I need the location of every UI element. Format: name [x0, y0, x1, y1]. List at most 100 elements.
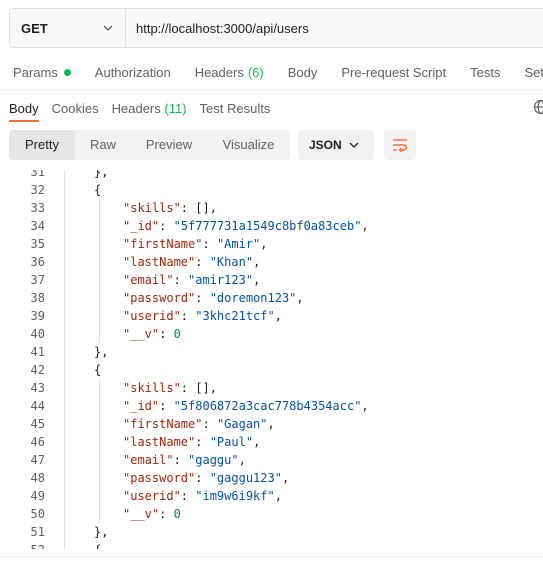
- tab-label: Set: [524, 64, 543, 80]
- tab-label: Body: [287, 64, 318, 80]
- format-select[interactable]: JSON: [298, 129, 374, 160]
- code-line: 38 "password": "doremon123",: [0, 289, 543, 307]
- line-number: 38: [30, 291, 45, 305]
- code-text: },: [94, 525, 109, 539]
- line-number: 50: [30, 507, 45, 521]
- code-text: "skills": [],: [123, 201, 217, 215]
- json-value: "5f777731a1549c8bf0a83ceb": [173, 219, 362, 233]
- json-value: "gaggu": [188, 453, 239, 467]
- json-value: [],: [195, 201, 217, 215]
- code-text: "__v": 0: [123, 507, 181, 521]
- view-mode-switcher: Pretty Raw Preview Visualize: [9, 129, 290, 160]
- code-text: "skills": [],: [123, 381, 217, 395]
- line-number: 46: [30, 435, 45, 449]
- json-value: "5f806872a3cac778b4354acc": [173, 399, 362, 413]
- code-text: "password": "gaggu123",: [123, 471, 290, 485]
- line-number: 49: [30, 489, 45, 503]
- response-toolbar: Pretty Raw Preview Visualize JSON: [9, 129, 416, 160]
- method-label: GET: [21, 20, 48, 36]
- code-line: 41},: [0, 343, 543, 361]
- json-key: "__v": [123, 327, 160, 341]
- response-body-viewer[interactable]: 31}, 32 {33 "skills": [], 34 "_id": "5f777731…: [0, 170, 543, 549]
- json-value: "Paul": [209, 435, 254, 449]
- response-headers-count: (11): [164, 100, 187, 116]
- code-text: },: [94, 170, 109, 179]
- code-line: 39 "userid": "3khc21tcf",: [0, 307, 543, 325]
- method-select[interactable]: GET: [10, 9, 126, 47]
- code-text: "_id": "5f777731a1549c8bf0a83ceb",: [123, 219, 369, 233]
- code-text: {: [94, 363, 102, 377]
- tab-tests[interactable]: Tests: [470, 65, 500, 80]
- code-line: 35 "firstName": "Amir",: [0, 235, 543, 253]
- json-value: "Khan": [209, 255, 254, 269]
- json-value: [],: [195, 381, 217, 395]
- json-key: "firstName": [123, 417, 203, 431]
- response-tab-body[interactable]: Body: [9, 95, 39, 122]
- bottom-divider: [0, 556, 543, 557]
- section-divider: [0, 89, 543, 90]
- code-line: 33 "skills": [],: [0, 199, 543, 217]
- tab-label: Params: [13, 64, 58, 80]
- line-number: 31: [30, 170, 45, 179]
- line-number: 32: [30, 183, 45, 197]
- code-line: 34 "_id": "5f777731a1549c8bf0a83ceb",: [0, 217, 543, 235]
- line-number: 37: [30, 273, 45, 287]
- tab-label: Headers: [111, 100, 161, 116]
- response-tabs: Body Cookies Headers (11) Test Results: [0, 95, 543, 122]
- json-value: "Gagan": [216, 417, 268, 431]
- request-tabs: Params Authorization Headers (6) Body Pr…: [0, 58, 543, 86]
- tab-label: Test Results: [199, 100, 271, 116]
- json-key: "userid": [123, 309, 181, 323]
- line-number: 35: [30, 237, 45, 251]
- code-text: "lastName": "Paul",: [123, 435, 261, 449]
- json-value: "im9w6i9kf": [195, 489, 275, 503]
- code-line: 43 "skills": [],: [0, 379, 543, 397]
- code-text: "email": "gaggu",: [123, 453, 246, 467]
- globe-icon[interactable]: [533, 99, 543, 115]
- code-line: 50 "__v": 0: [0, 505, 543, 523]
- response-tab-test-results[interactable]: Test Results: [200, 95, 271, 121]
- tab-label: Body: [9, 100, 39, 116]
- view-preview-button[interactable]: Preview: [131, 130, 207, 160]
- chevron-down-icon: [103, 25, 113, 31]
- tab-body[interactable]: Body: [288, 65, 318, 80]
- code-line: 31},: [0, 170, 543, 181]
- line-number: 41: [30, 345, 45, 359]
- code-line: 32 {: [0, 181, 543, 199]
- code-text: "email": "amir123",: [123, 273, 261, 287]
- json-key: "skills": [123, 381, 181, 395]
- tab-authorization[interactable]: Authorization: [95, 65, 171, 80]
- url-input[interactable]: http://localhost:3000/api/users: [126, 21, 309, 36]
- tab-pre-request-script[interactable]: Pre-request Script: [341, 65, 446, 80]
- tab-label: Headers: [194, 64, 244, 80]
- line-number: 47: [30, 453, 45, 467]
- code-text: "lastName": "Khan",: [123, 255, 261, 269]
- code-text: },: [94, 345, 109, 359]
- json-value: 0: [173, 327, 181, 341]
- tab-params[interactable]: Params: [13, 65, 71, 80]
- view-raw-button[interactable]: Raw: [75, 130, 131, 160]
- code-line: 51},: [0, 523, 543, 541]
- tab-label: Authorization: [94, 64, 171, 80]
- json-key: "firstName": [123, 237, 203, 251]
- json-value: "amir123": [188, 273, 254, 287]
- wrap-lines-button[interactable]: [384, 129, 416, 160]
- line-number: 42: [30, 363, 45, 377]
- wrap-lines-icon: [393, 138, 408, 152]
- view-pretty-button[interactable]: Pretty: [9, 129, 75, 160]
- code-line: 52 {: [0, 541, 543, 549]
- tab-headers[interactable]: Headers (6): [195, 65, 264, 80]
- response-tab-cookies[interactable]: Cookies: [52, 95, 99, 121]
- code-text: "firstName": "Amir",: [123, 237, 268, 251]
- json-value: "Amir": [216, 237, 261, 251]
- line-number: 34: [30, 219, 45, 233]
- response-tab-headers[interactable]: Headers (11): [112, 95, 187, 121]
- json-key: "skills": [123, 201, 181, 215]
- tab-settings[interactable]: Set: [524, 65, 543, 80]
- code-text: "userid": "im9w6i9kf",: [123, 489, 282, 503]
- json-key: "_id": [123, 399, 160, 413]
- code-line: 40 "__v": 0: [0, 325, 543, 343]
- line-number: 39: [30, 309, 45, 323]
- view-visualize-button[interactable]: Visualize: [207, 130, 290, 160]
- code-text: "firstName": "Gagan",: [123, 417, 275, 431]
